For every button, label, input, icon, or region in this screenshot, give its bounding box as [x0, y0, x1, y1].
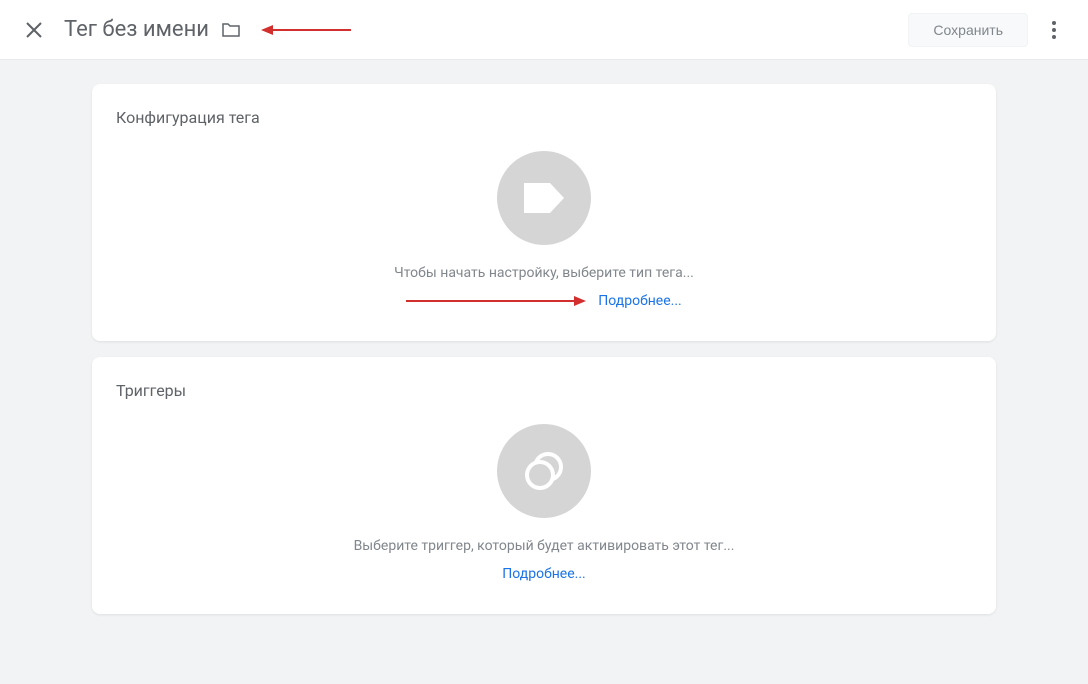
header: Тег без имени Сохранить — [0, 0, 1088, 60]
tag-config-card[interactable]: Конфигурация тега Чтобы начать настройку… — [92, 84, 996, 341]
tag-icon — [522, 181, 566, 215]
config-card-body: Чтобы начать настройку, выберите тип тег… — [116, 143, 972, 317]
config-details-link[interactable]: Подробнее... — [598, 293, 681, 309]
triggers-details-link[interactable]: Подробнее... — [502, 566, 585, 582]
title-area: Тег без имени — [64, 17, 908, 42]
config-card-title: Конфигурация тега — [116, 108, 972, 127]
more-menu-button[interactable] — [1036, 12, 1072, 48]
triggers-hint-text: Выберите триггер, который будет активиро… — [354, 538, 735, 554]
close-icon — [25, 21, 43, 39]
close-button[interactable] — [16, 12, 52, 48]
annotation-arrow-top — [261, 23, 351, 37]
triggers-card-title: Триггеры — [116, 381, 972, 400]
more-vertical-icon — [1052, 21, 1056, 39]
triggers-card[interactable]: Триггеры Выберите триггер, который будет… — [92, 357, 996, 614]
trigger-icon-circle — [497, 424, 591, 518]
tag-icon-circle — [497, 151, 591, 245]
triggers-card-body: Выберите триггер, который будет активиро… — [116, 416, 972, 590]
config-link-row: Подробнее... — [406, 293, 681, 309]
folder-icon[interactable] — [221, 22, 241, 38]
content: Конфигурация тега Чтобы начать настройку… — [0, 60, 1088, 638]
save-button[interactable]: Сохранить — [908, 13, 1028, 47]
annotation-arrow-details — [406, 295, 586, 307]
trigger-icon — [523, 450, 565, 492]
page-title[interactable]: Тег без имени — [64, 17, 209, 42]
header-actions: Сохранить — [908, 12, 1072, 48]
config-hint-text: Чтобы начать настройку, выберите тип тег… — [394, 265, 694, 281]
